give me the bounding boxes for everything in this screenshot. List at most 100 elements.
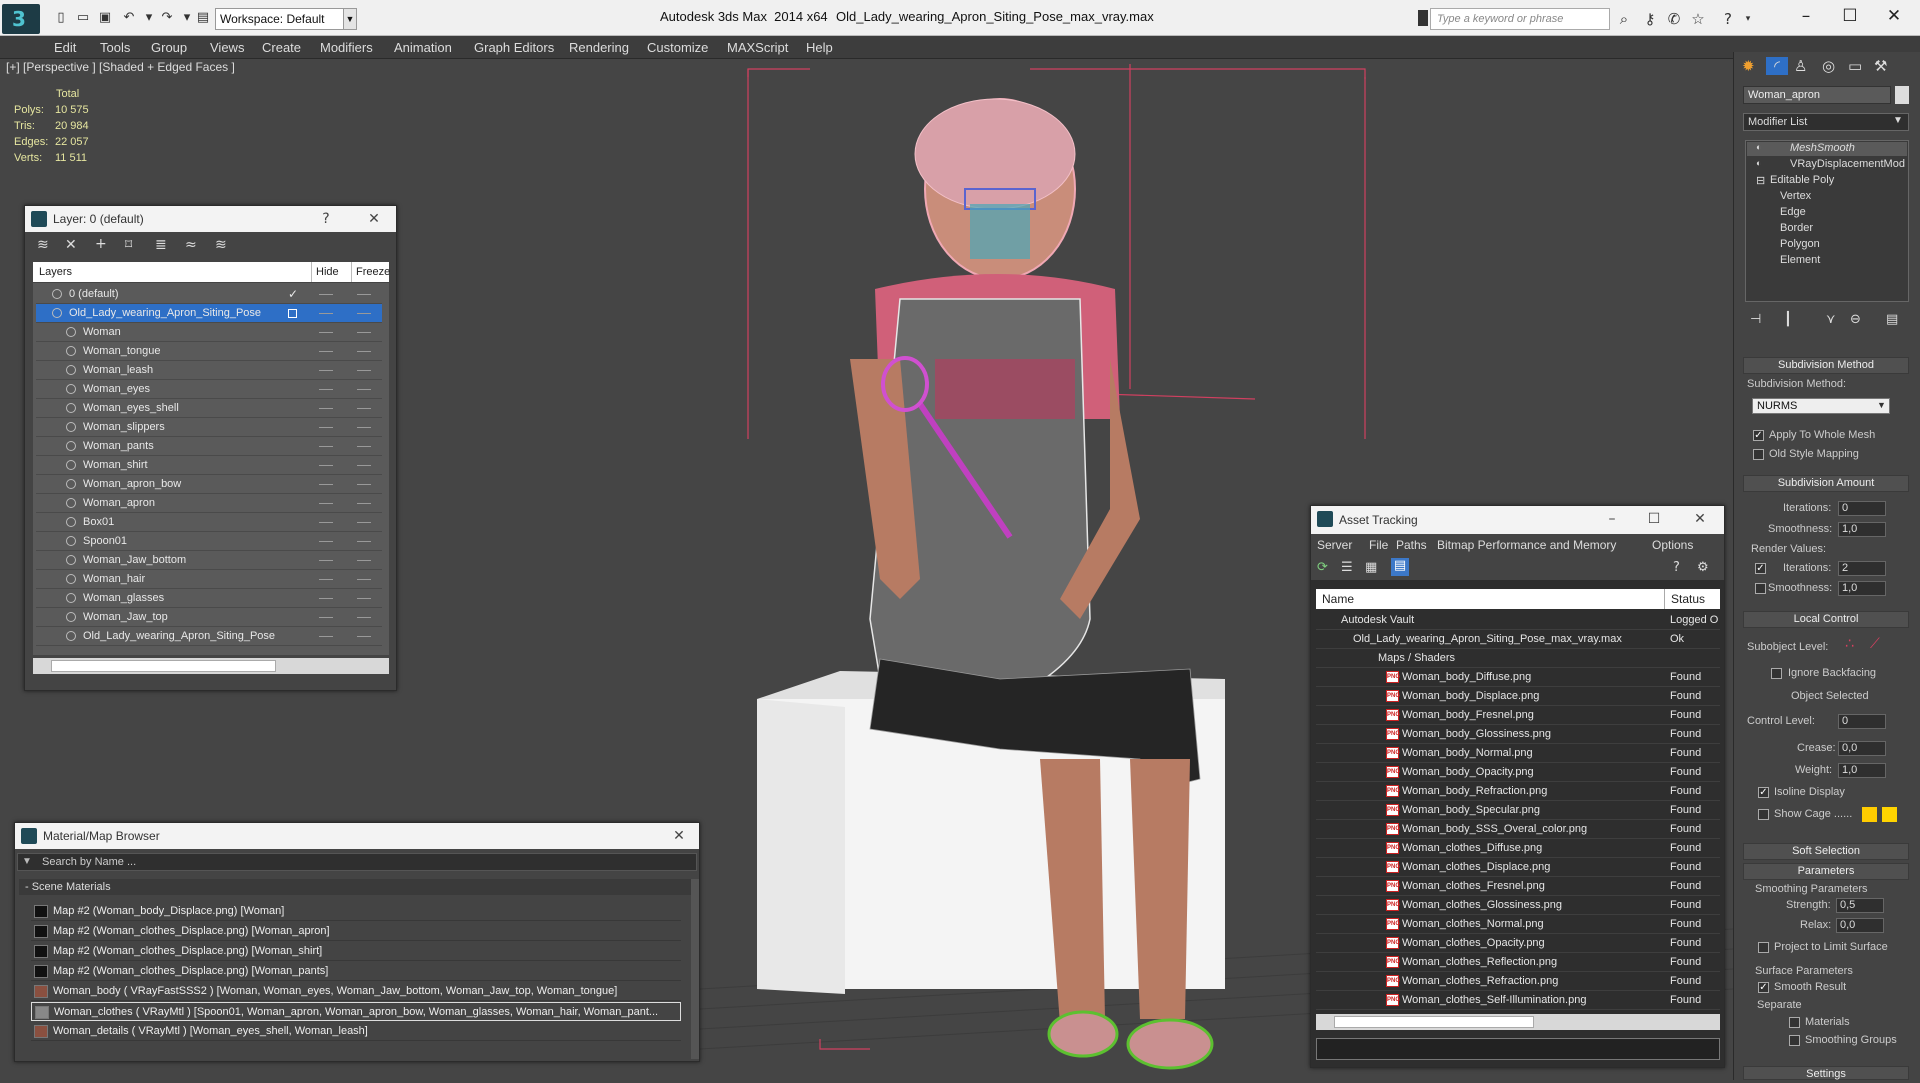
layer-close-icon[interactable]: ✕ <box>358 206 390 232</box>
workspace-dropdown[interactable]: Workspace: Default <box>215 8 352 30</box>
layer-hide-toggle[interactable] <box>319 446 333 447</box>
undo-dropdown-icon[interactable]: ▾ <box>140 9 158 27</box>
layer-row[interactable]: Woman_glasses <box>36 589 382 608</box>
subdivision-dropdown-arrow-icon[interactable]: ▼ <box>1877 400 1886 410</box>
material-scrollbar[interactable] <box>691 879 699 1059</box>
stack-item-polygon[interactable]: Polygon <box>1780 238 1820 250</box>
layer-freeze-toggle[interactable] <box>357 503 371 504</box>
menu-edit[interactable]: Edit <box>54 40 76 55</box>
material-row[interactable]: Woman_clothes ( VRayMtl ) [Spoon01, Woma… <box>31 1002 681 1021</box>
layer-hide-toggle[interactable] <box>319 427 333 428</box>
material-row[interactable]: Map #2 (Woman_clothes_Displace.png) [Wom… <box>31 922 681 941</box>
asset-row[interactable]: PNG Woman_clothes_Reflection.png Found <box>1316 953 1720 972</box>
asset-menu-server[interactable]: Server <box>1317 538 1352 552</box>
make-unique-icon[interactable]: ⋎ <box>1826 312 1836 327</box>
layer-hide-toggle[interactable] <box>319 389 333 390</box>
rollout-subdivision-method[interactable]: Subdivision Method <box>1743 357 1909 374</box>
layer-freeze-toggle[interactable] <box>357 636 371 637</box>
asset-row[interactable]: PNG Woman_clothes_Diffuse.png Found <box>1316 839 1720 858</box>
asset-row[interactable]: PNG Woman_body_Normal.png Found <box>1316 744 1720 763</box>
menu-create[interactable]: Create <box>262 40 301 55</box>
asset-row[interactable]: PNG Woman_body_Specular.png Found <box>1316 801 1720 820</box>
current-layer-box-icon[interactable] <box>288 309 297 318</box>
close-icon[interactable]: ✕ <box>1874 4 1914 28</box>
layer-freeze-toggle[interactable] <box>357 313 371 314</box>
menu-graph-editors[interactable]: Graph Editors <box>474 40 554 55</box>
apply-whole-mesh-checkbox[interactable]: ✓ <box>1753 430 1764 441</box>
render-smoothness-spinner[interactable]: 1,0 <box>1838 581 1886 596</box>
layer-freeze-toggle[interactable] <box>357 427 371 428</box>
asset-row[interactable]: PNG Woman_body_Displace.png Found <box>1316 687 1720 706</box>
layer-row[interactable]: Box01 <box>36 513 382 532</box>
stack-item-element[interactable]: Element <box>1780 254 1820 266</box>
asset-row[interactable]: PNG Woman_body_Opacity.png Found <box>1316 763 1720 782</box>
layer-row[interactable]: Woman_apron_bow <box>36 475 382 494</box>
detail-view-icon[interactable]: ▦ <box>1365 560 1377 575</box>
asset-menu-options[interactable]: Options <box>1652 538 1693 552</box>
modifier-list-dropdown[interactable]: Modifier List <box>1743 113 1909 131</box>
layer-freeze-toggle[interactable] <box>357 294 371 295</box>
ignore-backfacing-checkbox[interactable] <box>1771 668 1782 679</box>
stack-item-border[interactable]: Border <box>1780 222 1813 234</box>
layer-row[interactable]: 0 (default) ✓ <box>36 285 382 304</box>
display-tab-icon[interactable]: ▭ <box>1848 57 1862 75</box>
vertex-level-icon[interactable]: ∴ <box>1845 636 1854 652</box>
meshsmooth-bulb-icon[interactable]: ◐ <box>1756 142 1761 152</box>
layer-row[interactable]: Woman <box>36 323 382 342</box>
modify-tab-icon[interactable]: ◜ <box>1766 57 1788 75</box>
smooth-result-checkbox[interactable]: ✓ <box>1758 982 1769 993</box>
subdivision-method-dropdown[interactable]: NURMS <box>1752 398 1890 414</box>
hierarchy-tab-icon[interactable]: ♙ <box>1794 57 1807 75</box>
layer-hide-toggle[interactable] <box>319 503 333 504</box>
layer-row[interactable]: Old_Lady_wearing_Apron_Siting_Pose <box>36 627 382 646</box>
layer-hide-toggle[interactable] <box>319 541 333 542</box>
asset-menu-bitmap[interactable]: Bitmap Performance and Memory <box>1437 538 1616 552</box>
render-smoothness-checkbox[interactable] <box>1755 583 1766 594</box>
rollout-soft-selection[interactable]: Soft Selection <box>1743 843 1909 860</box>
asset-minimize-icon[interactable]: – <box>1596 506 1628 532</box>
asset-row-vault[interactable]: Autodesk Vault Logged O <box>1316 611 1720 630</box>
menu-modifiers[interactable]: Modifiers <box>320 40 373 55</box>
layer-select-icon[interactable]: ⌑ <box>125 237 132 253</box>
viewport-label[interactable]: [+] [Perspective ] [Shaded + Edged Faces… <box>6 60 235 74</box>
smoothness-spinner[interactable]: 1,0 <box>1838 522 1886 537</box>
menu-rendering[interactable]: Rendering <box>569 40 629 55</box>
material-row[interactable]: Map #2 (Woman_clothes_Displace.png) [Wom… <box>31 942 681 961</box>
stack-item-edge[interactable]: Edge <box>1780 206 1806 218</box>
show-cage-checkbox[interactable] <box>1758 809 1769 820</box>
undo-icon[interactable]: ↶ <box>120 9 138 27</box>
layer-row[interactable]: Woman_Jaw_bottom <box>36 551 382 570</box>
layer-row[interactable]: Woman_eyes <box>36 380 382 399</box>
asset-row[interactable]: PNG Woman_body_Glossiness.png Found <box>1316 725 1720 744</box>
asset-horizontal-scrollbar[interactable] <box>1316 1014 1720 1030</box>
favorites-star-icon[interactable]: ☆ <box>1688 9 1708 29</box>
menu-maxscript[interactable]: MAXScript <box>727 40 788 55</box>
layer-freeze-toggle[interactable] <box>357 408 371 409</box>
redo-icon[interactable]: ↷ <box>158 9 176 27</box>
rollout-local-control[interactable]: Local Control <box>1743 611 1909 628</box>
render-iterations-checkbox[interactable]: ✓ <box>1755 563 1766 574</box>
asset-row[interactable]: PNG Woman_body_Diffuse.png Found <box>1316 668 1720 687</box>
layer-hide-all-icon[interactable]: ≈ <box>185 237 197 253</box>
layer-delete-icon[interactable]: ✕ <box>65 237 77 253</box>
layer-hide-toggle[interactable] <box>319 579 333 580</box>
layer-hide-toggle[interactable] <box>319 522 333 523</box>
layer-help-icon[interactable]: ? <box>310 206 342 232</box>
layer-row[interactable]: Old_Lady_wearing_Apron_Siting_Pose <box>36 304 382 323</box>
communication-icon[interactable]: ✆ <box>1664 9 1684 29</box>
layer-freeze-toggle[interactable] <box>357 579 371 580</box>
layer-row[interactable]: Woman_hair <box>36 570 382 589</box>
control-level-spinner[interactable]: 0 <box>1838 714 1886 729</box>
workspace-dropdown-arrow-icon[interactable]: ▼ <box>343 8 357 30</box>
layer-highlight-icon[interactable]: ≣ <box>155 237 167 253</box>
rollout-parameters[interactable]: Parameters <box>1743 863 1909 880</box>
list-view-icon[interactable]: ☰ <box>1341 560 1353 575</box>
layer-hide-toggle[interactable] <box>319 598 333 599</box>
pin-stack-icon[interactable]: ⊣ <box>1750 312 1761 327</box>
search-input[interactable]: Type a keyword or phrase <box>1430 8 1610 30</box>
layer-hide-toggle[interactable] <box>319 408 333 409</box>
maximize-icon[interactable]: ☐ <box>1830 4 1870 28</box>
rollout-subdivision-amount[interactable]: Subdivision Amount <box>1743 475 1909 492</box>
asset-help-icon[interactable]: ? <box>1673 560 1680 575</box>
object-name-field[interactable]: Woman_apron <box>1743 86 1891 104</box>
